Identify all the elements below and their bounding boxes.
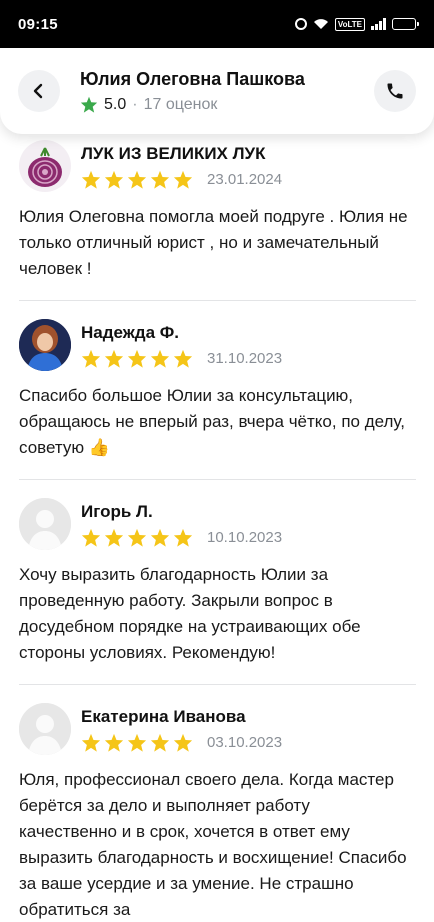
stars-row: 31.10.2023: [81, 349, 282, 368]
star-icon: [150, 733, 170, 752]
star-rating: [81, 170, 193, 189]
review-text: Юлия Олеговна помогла моей подруге . Юли…: [19, 207, 408, 278]
star-icon: [173, 170, 193, 189]
header-info: Юлия Олеговна Пашкова 5.0 · 17 оценок: [60, 69, 374, 114]
star-icon: [104, 349, 124, 368]
review-text: Спасибо большое Юлии за консультацию, об…: [19, 386, 405, 457]
review-date: 23.01.2024: [207, 170, 283, 188]
author-block: Надежда Ф. 31.10.2023: [71, 323, 282, 368]
star-rating: [81, 349, 193, 368]
review-item: Екатерина Иванова 03.10.2023 Юля, профес…: [0, 685, 434, 922]
author-block: Игорь Л. 10.10.2023: [71, 502, 282, 547]
review-item: Надежда Ф. 31.10.2023 Спасибо большое Юл…: [0, 301, 434, 480]
review-item: Игорь Л. 10.10.2023 Хочу выразить благод…: [0, 480, 434, 685]
star-icon: [104, 528, 124, 547]
star-icon: [173, 349, 193, 368]
rating-value: 5.0: [104, 95, 127, 113]
stars-row: 03.10.2023: [81, 733, 282, 752]
status-icons: VoLTE: [294, 17, 419, 31]
stars-row: 23.01.2024: [81, 170, 282, 189]
status-bar: 09:15 VoLTE: [0, 0, 434, 48]
signal-icon: [371, 18, 386, 30]
rating-separator: ·: [132, 95, 138, 113]
star-icon: [81, 528, 101, 547]
phone-icon: [387, 83, 403, 99]
onion-icon: [19, 140, 71, 192]
star-icon: [173, 528, 193, 547]
profile-header: Юлия Олеговна Пашкова 5.0 · 17 оценок: [0, 48, 434, 134]
back-button[interactable]: [18, 70, 60, 112]
author-block: ЛУК ИЗ ВЕЛИКИХ ЛУК 23.01.2024: [71, 144, 282, 189]
review-date: 31.10.2023: [207, 349, 283, 367]
star-icon: [127, 528, 147, 547]
volte-icon: VoLTE: [334, 17, 365, 31]
reviews-feed[interactable]: ЛУК ИЗ ВЕЛИКИХ ЛУК 23.01.2024 Юлия Олего…: [0, 134, 434, 922]
star-icon: [150, 349, 170, 368]
review-date: 03.10.2023: [207, 733, 283, 751]
specialist-name: Юлия Олеговна Пашкова: [80, 68, 305, 89]
call-button[interactable]: [374, 70, 416, 112]
star-icon: [81, 733, 101, 752]
review-date: 10.10.2023: [207, 528, 283, 546]
star-icon: [81, 170, 101, 189]
star-rating: [81, 733, 193, 752]
review-text: Юля, профессионал своего дела. Когда мас…: [19, 770, 407, 919]
battery-icon: [392, 18, 419, 30]
default-avatar-icon: [19, 498, 71, 550]
review-header: ЛУК ИЗ ВЕЛИКИХ ЛУК 23.01.2024: [19, 140, 416, 192]
review-text: Хочу выразить благодарность Юлии за пров…: [19, 565, 361, 662]
review-author: Надежда Ф.: [81, 322, 180, 342]
star-icon: [127, 170, 147, 189]
status-time: 09:15: [18, 15, 58, 33]
review-item: ЛУК ИЗ ВЕЛИКИХ ЛУК 23.01.2024 Юлия Олего…: [0, 134, 434, 301]
review-header: Надежда Ф. 31.10.2023: [19, 319, 416, 371]
alarm-icon: [294, 18, 307, 30]
review-author: Игорь Л.: [81, 501, 153, 521]
stars-row: 10.10.2023: [81, 528, 282, 547]
user-photo-icon: [19, 319, 71, 371]
star-icon: [127, 733, 147, 752]
review-header: Екатерина Иванова 03.10.2023: [19, 703, 416, 755]
star-icon: [104, 170, 124, 189]
star-icon: [150, 528, 170, 547]
default-avatar-icon: [19, 703, 71, 755]
header-rating: 5.0 · 17 оценок: [80, 96, 374, 114]
star-icon: [81, 349, 101, 368]
star-icon: [127, 349, 147, 368]
star-rating: [81, 528, 193, 547]
review-author: ЛУК ИЗ ВЕЛИКИХ ЛУК: [81, 143, 266, 163]
star-icon: [104, 733, 124, 752]
review-header: Игорь Л. 10.10.2023: [19, 498, 416, 550]
reviews-count: 17 оценок: [143, 95, 218, 113]
chevron-left-icon: [33, 83, 43, 99]
star-icon: [150, 170, 170, 189]
review-author: Екатерина Иванова: [81, 706, 246, 726]
author-block: Екатерина Иванова 03.10.2023: [71, 707, 282, 752]
star-icon: [173, 733, 193, 752]
wifi-icon: [313, 19, 328, 29]
rating-star-icon: [80, 96, 98, 113]
